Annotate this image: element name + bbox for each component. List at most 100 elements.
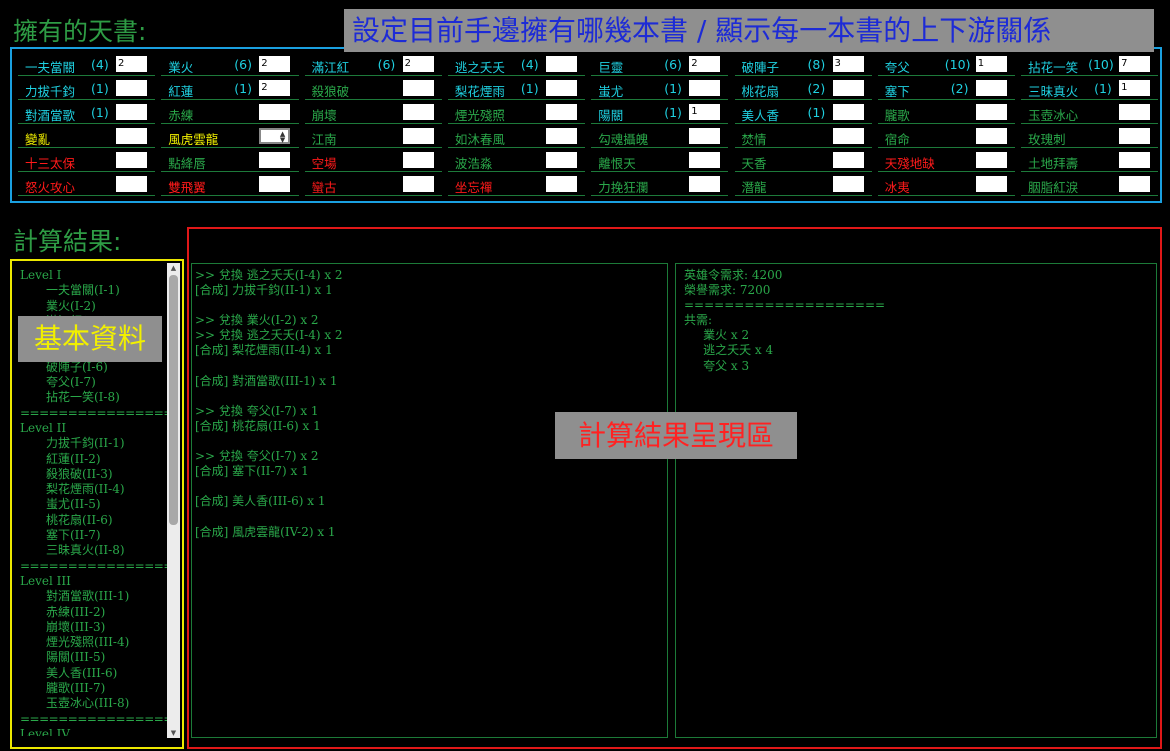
list-item: 梨花煙雨(II-4) — [46, 482, 125, 497]
book-quantity-input[interactable] — [975, 104, 1007, 120]
book-quantity-input[interactable] — [832, 104, 864, 120]
book-name: 玫瑰刺 — [1028, 132, 1066, 147]
book-cell: 如沐春風 — [447, 126, 586, 148]
book-cell: 天殘地缺 — [877, 150, 1016, 172]
book-quantity-input[interactable]: 2 — [402, 56, 434, 72]
book-quantity-input[interactable] — [545, 104, 577, 120]
book-cell: 坐忘禪 — [447, 174, 586, 196]
book-cell: 赤練 — [161, 102, 299, 124]
book-quantity-input[interactable] — [1119, 152, 1151, 168]
book-quantity-input[interactable] — [689, 80, 721, 96]
book-cell: 雙飛翼 — [161, 174, 299, 196]
list-item: 美人香(III-6) — [46, 665, 118, 680]
level-heading: Level I — [20, 268, 62, 282]
scroll-down-arrow-icon[interactable]: ▼ — [167, 728, 180, 738]
book-cell: 蠻古 — [304, 174, 442, 196]
book-quantity-input[interactable]: 1 — [975, 56, 1007, 72]
book-quantity-input[interactable] — [116, 80, 147, 96]
book-quantity-input[interactable] — [975, 128, 1007, 144]
book-quantity-input[interactable] — [402, 80, 434, 96]
book-quantity-input[interactable]: 1 — [689, 104, 721, 120]
book-count: (6) — [234, 57, 253, 72]
book-quantity-input[interactable] — [259, 104, 291, 120]
book-quantity-input[interactable]: 2 — [116, 56, 147, 72]
callout-calc-result: 計算結果呈現區 — [555, 412, 797, 459]
scroll-up-arrow-icon[interactable]: ▲ — [167, 263, 180, 273]
book-quantity-input[interactable] — [545, 128, 577, 144]
book-quantity-input[interactable]: 1 — [1119, 80, 1151, 96]
book-cell: 桃花扇 (2) — [734, 78, 872, 100]
book-name: 巨靈 — [598, 60, 624, 75]
book-quantity-input[interactable] — [545, 152, 577, 168]
book-name: 紅蓮 — [168, 84, 194, 99]
separator: ==================== — [20, 711, 169, 726]
book-quantity-input[interactable] — [1119, 128, 1151, 144]
book-quantity-input[interactable] — [975, 152, 1007, 168]
book-name: 蠻古 — [311, 180, 337, 195]
book-cell: 紅蓮 (1) 2 — [161, 78, 299, 100]
list-item: 玉壺冰心(III-8) — [46, 696, 130, 711]
book-quantity-input[interactable]: 7 — [1119, 56, 1151, 72]
book-quantity-input[interactable] — [689, 128, 721, 144]
book-quantity-input[interactable] — [545, 56, 577, 72]
book-quantity-input[interactable]: ▲ ▼ — [259, 128, 291, 144]
book-quantity-input[interactable] — [116, 176, 147, 192]
book-cell: 力挽狂瀾 — [591, 174, 729, 196]
book-count: (4) — [520, 57, 539, 72]
book-name: 一夫當關 — [25, 60, 76, 75]
book-quantity-input[interactable] — [259, 152, 291, 168]
book-quantity-input[interactable] — [832, 80, 864, 96]
book-cell: 巨靈 (6) 2 — [591, 54, 729, 76]
book-cell: 拈花一笑 (10) 7 — [1021, 54, 1159, 76]
book-name: 朧歌 — [884, 108, 910, 123]
owned-books-heading: 擁有的天書: — [13, 17, 147, 46]
book-name: 離恨天 — [598, 156, 636, 171]
book-quantity-input[interactable] — [689, 176, 721, 192]
book-quantity-input[interactable] — [832, 128, 864, 144]
book-name: 十三太保 — [25, 156, 76, 171]
book-name: 赤練 — [168, 108, 194, 123]
book-quantity-input[interactable] — [975, 80, 1007, 96]
list-item: 拈花一笑(I-8) — [46, 390, 120, 405]
list-item: 破陣子(I-6) — [46, 359, 108, 374]
book-quantity-input[interactable] — [402, 104, 434, 120]
book-cell: 冰夷 — [877, 174, 1016, 196]
book-cell: 變亂 — [18, 126, 156, 148]
book-cell: 玫瑰刺 — [1021, 126, 1159, 148]
book-name: 滿江紅 — [311, 60, 350, 75]
book-name: 潛龍 — [741, 180, 767, 195]
book-quantity-input[interactable]: 3 — [832, 56, 864, 72]
callout-owned-books: 設定目前手邊擁有哪幾本書 / 顯示每一本書的上下游關係 — [344, 9, 1154, 52]
book-quantity-value: 2 — [118, 58, 125, 69]
book-quantity-input[interactable]: 2 — [259, 80, 291, 96]
list-item: 紅蓮(II-2) — [46, 451, 101, 466]
scroll-thumb[interactable] — [169, 275, 178, 525]
book-quantity-input[interactable] — [402, 176, 434, 192]
book-quantity-input[interactable]: 2 — [259, 56, 291, 72]
book-quantity-input[interactable] — [116, 152, 147, 168]
book-quantity-input[interactable] — [975, 176, 1007, 192]
book-cell: 宿命 — [877, 126, 1016, 148]
list-item: 蚩尤(II-5) — [46, 497, 101, 512]
book-quantity-input[interactable] — [259, 176, 291, 192]
book-quantity-input[interactable] — [116, 104, 147, 120]
steps-text: >> 兌換 逃之夭夭(I-4) x 2 [合成] 力拔千鈞(II-1) x 1 … — [195, 268, 343, 539]
book-quantity-input[interactable] — [832, 176, 864, 192]
spinner-arrows-icon[interactable]: ▲ ▼ — [280, 131, 285, 144]
book-quantity-input[interactable] — [689, 152, 721, 168]
book-quantity-input[interactable] — [1119, 104, 1151, 120]
book-quantity-input[interactable] — [1119, 176, 1151, 192]
book-name: 崩壞 — [311, 108, 337, 123]
book-name: 坐忘禪 — [454, 180, 493, 195]
book-quantity-input[interactable] — [545, 176, 577, 192]
book-quantity-input[interactable] — [116, 128, 147, 144]
book-quantity-input[interactable] — [832, 152, 864, 168]
book-name: 玉壺冰心 — [1028, 108, 1079, 123]
basic-data-scrollbar[interactable]: ▲ ▼ — [167, 263, 180, 738]
book-quantity-input[interactable] — [402, 128, 434, 144]
book-quantity-input[interactable] — [545, 80, 577, 96]
book-count: (2) — [950, 81, 969, 96]
book-quantity-input[interactable]: 2 — [689, 56, 721, 72]
book-cell: 江南 — [304, 126, 442, 148]
book-quantity-input[interactable] — [402, 152, 434, 168]
